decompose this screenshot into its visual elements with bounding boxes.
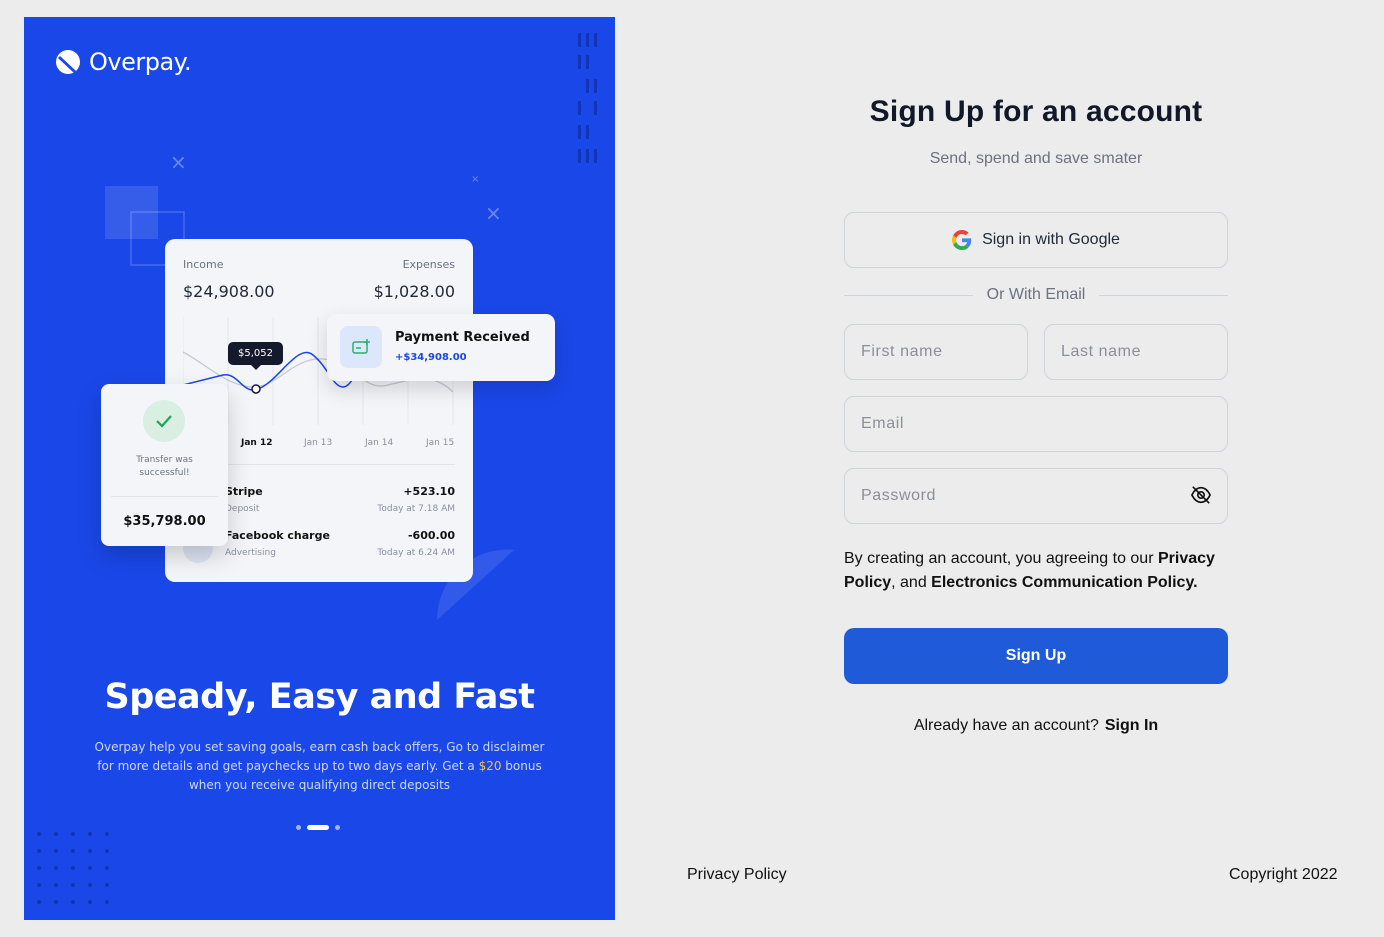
electronics-communication-policy-link[interactable]: Electronics Communication Policy. [931,574,1197,591]
expenses-label: Expenses [402,258,455,271]
chart-tick: Jan 15 [426,438,455,448]
transaction-name: Facebook charge [225,529,330,542]
google-signin-button[interactable]: Sign in with Google [844,212,1228,268]
transfer-text: Transfer was successful! [136,455,193,478]
already-account-text: Already have an account? [913,717,1099,734]
transfer-card: Transfer was successful! $35,798.00 [101,384,228,546]
transaction-sub: Advertising [225,548,276,558]
chart-tick: Jan 14 [365,438,394,448]
payment-received-card: Payment Received +$34,908.00 [327,314,555,381]
transaction-amount: -600.00 [407,529,455,542]
footer-privacy-link[interactable]: Privacy Policy [687,866,787,884]
password-input[interactable] [844,468,1228,524]
decorative-cross: × [485,201,502,225]
promo-body-text: Overpay help you set saving goals, earn … [94,740,545,774]
divider-line [1099,294,1229,296]
brand-name: Overpay. [89,48,192,76]
divider [111,496,218,497]
form-title: Sign Up for an account [869,95,1203,128]
promo-body: Overpay help you set saving goals, earn … [86,738,553,796]
check-icon [143,400,185,442]
income-label: Income [183,258,224,271]
chart-tooltip: $5,052 [228,342,283,370]
decorative-bars [578,33,597,163]
transaction-amount: +523.10 [403,485,455,498]
payment-title: Payment Received [395,330,530,345]
or-divider: Or With Email [844,286,1229,304]
terms-prefix: By creating an account, you agreeing to … [844,550,1158,567]
carousel-dot[interactable] [335,825,340,830]
terms-mid: , and [891,574,932,591]
transaction-time: Today at 7.18 AM [377,504,455,514]
chart-tick: Jan 12 [241,438,273,448]
payment-icon [340,326,382,368]
sign-in-link[interactable]: Sign In [1105,717,1158,734]
decorative-cross: × [170,150,187,174]
eye-off-icon[interactable] [1190,485,1212,505]
promo-bonus-amount: $20 [478,759,502,774]
chart-tick: Jan 13 [304,438,333,448]
carousel-dot-active[interactable] [307,825,329,830]
decorative-dot-grid [37,832,109,904]
expenses-value: $1,028.00 [373,282,455,301]
google-icon [952,230,972,250]
promo-headline: Speady, Easy and Fast [104,677,535,717]
income-value: $24,908.00 [183,282,275,301]
terms-text: By creating an account, you agreeing to … [844,547,1228,595]
transaction-name: Stripe [225,485,263,498]
promo-panel: Overpay. × × × Income $24,908.00 Expense… [24,17,615,920]
overpay-logo-icon [56,50,80,74]
email-input[interactable] [844,396,1228,452]
carousel-indicator [296,825,340,830]
brand-logo[interactable]: Overpay. [55,48,192,76]
first-name-input[interactable] [844,324,1028,380]
google-signin-label: Sign in with Google [982,231,1120,248]
already-account: Already have an account? Sign In [844,717,1228,735]
transaction-sub: Deposit [225,504,260,514]
footer-copyright: Copyright 2022 [1229,866,1338,883]
form-subtitle: Send, spend and save smater [929,150,1143,167]
transaction-time: Today at 6.24 AM [377,548,455,558]
decorative-cross: × [471,174,480,185]
last-name-input[interactable] [1044,324,1228,380]
payment-amount: +$34,908.00 [395,352,467,363]
divider-line [844,294,973,296]
sign-up-button[interactable]: Sign Up [844,628,1228,684]
carousel-dot[interactable] [296,825,301,830]
transfer-amount: $35,798.00 [123,514,206,529]
divider-label: Or With Email [986,286,1086,303]
